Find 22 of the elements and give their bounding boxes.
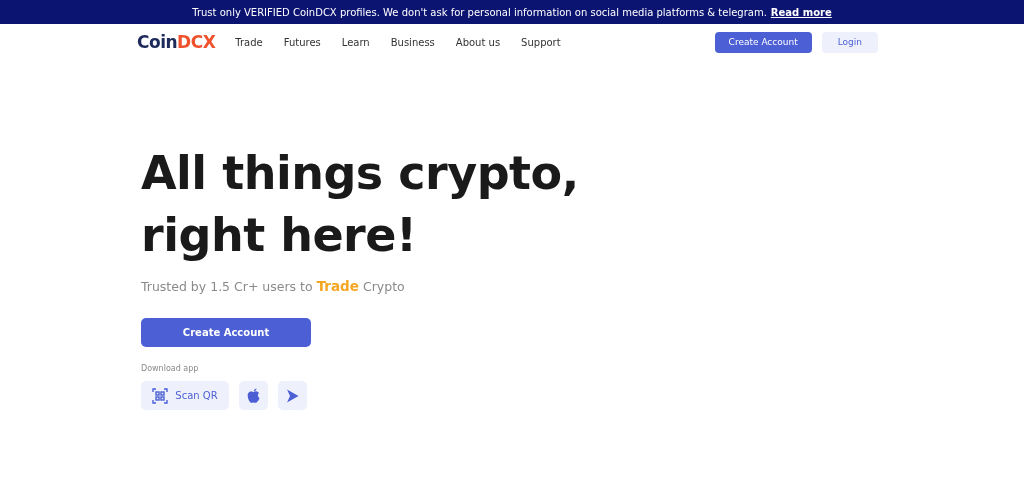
nav-link[interactable]: Business xyxy=(390,36,435,48)
download-label: Download app xyxy=(141,364,200,373)
notice-text: Trust only VERIFIED CoinDCX profiles. We don't ask for personal information on social media platforms & telegram. xyxy=(192,6,767,18)
create-account-button[interactable]: Create Account xyxy=(141,318,311,347)
app-store-button[interactable] xyxy=(239,381,268,410)
play-store-button[interactable] xyxy=(278,381,307,410)
scan-qr-button[interactable]: Scan QR xyxy=(141,381,229,410)
login-button[interactable]: Login xyxy=(821,31,878,53)
play-icon xyxy=(286,388,299,403)
qr-code-icon xyxy=(152,387,169,404)
read-more-link[interactable]: Read more xyxy=(770,6,832,18)
nav-link[interactable]: About us xyxy=(455,36,501,48)
nav-link[interactable]: Futures xyxy=(283,36,321,48)
hero-heading: All things crypto, xyxy=(141,145,579,202)
apple-icon xyxy=(247,388,260,403)
logo[interactable]: CoinDCX xyxy=(137,32,216,52)
tagline: Trusted by 1.5 Cr+ users to Trade Crypto xyxy=(141,278,406,294)
nav-link[interactable]: Learn xyxy=(341,36,370,48)
create-account-button[interactable]: Create Account xyxy=(714,31,812,53)
nav-link[interactable]: Support xyxy=(521,36,561,48)
hero-heading: right here! xyxy=(141,207,417,264)
nav-link[interactable]: Trade xyxy=(235,36,263,48)
